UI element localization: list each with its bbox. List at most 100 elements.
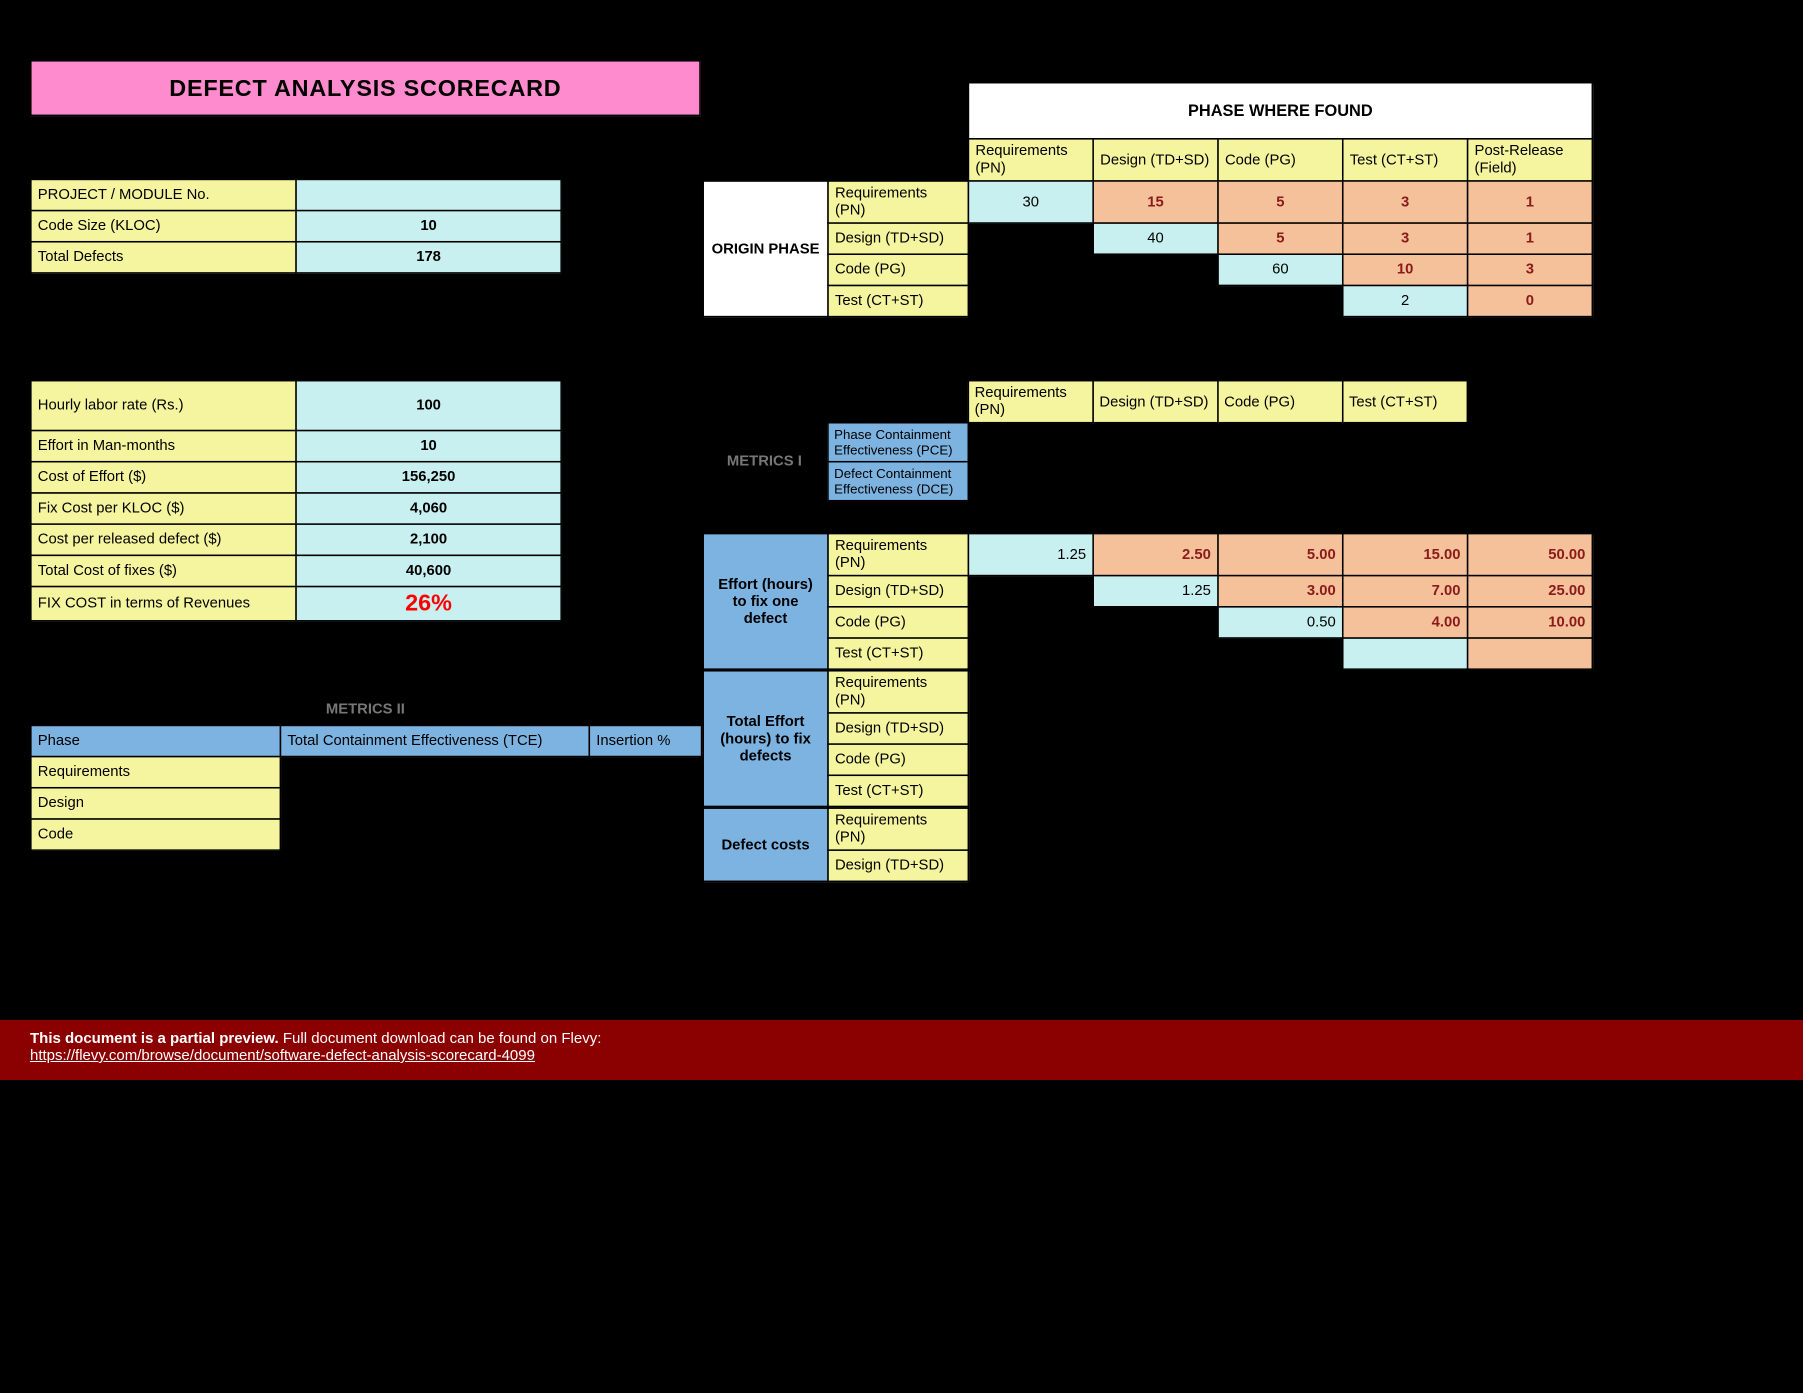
m2-row: Code — [31, 819, 281, 850]
te-row: Test (CT+ST) — [828, 775, 968, 806]
col-design: Design (TD+SD) — [1093, 139, 1218, 181]
col-req: Requirements (PN) — [968, 139, 1093, 181]
label-size: Code Size (KLOC) — [31, 211, 296, 242]
total-effort-table: Total Effort (hours) to fix defects Requ… — [702, 670, 969, 807]
cell: 2.50 — [1093, 533, 1218, 575]
phase-found-title: PHASE WHERE FOUND — [968, 83, 1592, 139]
value-module — [296, 179, 561, 210]
cell: 1 — [1468, 181, 1593, 223]
cell: 30 — [968, 181, 1093, 223]
row-test: Test (CT+ST) — [828, 285, 968, 316]
cell: 1.25 — [968, 533, 1093, 575]
row-design: Design (TD+SD) — [828, 223, 968, 254]
label-total-fix: Total Cost of fixes ($) — [31, 555, 296, 586]
defect-costs-table: Defect costs Requirements (PN) Design (T… — [702, 807, 969, 882]
value-effort: 10 — [296, 431, 561, 462]
ef-row: Requirements (PN) — [828, 533, 968, 575]
dc-row: Design (TD+SD) — [828, 850, 968, 881]
metrics1-label — [702, 381, 827, 423]
metrics2-table: Phase Total Containment Effectiveness (T… — [30, 725, 702, 851]
defect-costs-label: Defect costs — [703, 808, 828, 881]
cell: 10.00 — [1468, 607, 1593, 638]
value-size: 10 — [296, 211, 561, 242]
cell: 1 — [1468, 223, 1593, 254]
m2-h1: Total Containment Effectiveness (TCE) — [280, 725, 589, 756]
cell: 0.50 — [1218, 607, 1343, 638]
col-code: Code (PG) — [1218, 139, 1343, 181]
cell: 7.00 — [1343, 576, 1468, 607]
label-cost-defect: Cost per released defect ($) — [31, 524, 296, 555]
cell — [1468, 638, 1593, 669]
banner-link[interactable]: https://flevy.com/browse/document/softwa… — [30, 1047, 535, 1064]
m1-col: Design (TD+SD) — [1092, 381, 1217, 423]
dc-row: Requirements (PN) — [828, 808, 968, 850]
value-defects: 178 — [296, 242, 561, 273]
page-title: DEFECT ANALYSIS SCORECARD — [30, 60, 701, 116]
te-row: Design (TD+SD) — [828, 713, 968, 744]
banner-bold: This document is a partial preview. — [30, 1030, 279, 1047]
row-code: Code (PG) — [828, 254, 968, 285]
m2-h0: Phase — [31, 725, 281, 756]
origin-phase-label: ORIGIN PHASE — [703, 181, 828, 317]
cell: 60 — [1218, 254, 1343, 285]
value-fix-kloc: 4,060 — [296, 493, 561, 524]
project-table: PROJECT / MODULE No. Code Size (KLOC) 10… — [30, 179, 562, 274]
label-effort: Effort in Man-months — [31, 431, 296, 462]
cell: 3.00 — [1218, 576, 1343, 607]
metrics1-heading: METRICS I — [702, 423, 827, 501]
col-test: Test (CT+ST) — [1343, 139, 1468, 181]
cell: 40 — [1093, 223, 1218, 254]
m1-col: Requirements (PN) — [968, 381, 1093, 423]
label-fix-kloc: Fix Cost per KLOC ($) — [31, 493, 296, 524]
cell: 25.00 — [1468, 576, 1593, 607]
cell: 5.00 — [1218, 533, 1343, 575]
cell: 2 — [1343, 285, 1468, 316]
ef-row: Test (CT+ST) — [828, 638, 968, 669]
cell — [1343, 638, 1468, 669]
row-req: Requirements (PN) — [828, 181, 968, 223]
value-cost-effort: 156,250 — [296, 462, 561, 493]
value-cost-defect: 2,100 — [296, 524, 561, 555]
label-fix-rev: FIX COST in terms of Revenues — [31, 587, 296, 621]
cell: 15.00 — [1343, 533, 1468, 575]
ef-row: Code (PG) — [828, 607, 968, 638]
col-post: Post-Release (Field) — [1468, 139, 1593, 181]
banner-text: Full document download can be found on F… — [279, 1030, 602, 1047]
total-effort-label: Total Effort (hours) to fix defects — [703, 671, 828, 807]
cell: 50.00 — [1468, 533, 1593, 575]
cell: 5 — [1218, 181, 1343, 223]
effort-fix-label: Effort (hours) to fix one defect — [703, 533, 828, 669]
cell: 3 — [1343, 223, 1468, 254]
m1-row: Phase Containment Effectiveness (PCE) — [827, 423, 967, 462]
m2-row: Design — [31, 788, 281, 819]
preview-banner: This document is a partial preview. Full… — [0, 1020, 1803, 1080]
cell: 1.25 — [1093, 576, 1218, 607]
cell: 5 — [1218, 223, 1343, 254]
value-fix-rev: 26% — [296, 587, 561, 621]
cell: 15 — [1093, 181, 1218, 223]
effort-fix-table: Effort (hours) to fix one defect Require… — [702, 533, 1593, 670]
cell: 4.00 — [1343, 607, 1468, 638]
te-row: Requirements (PN) — [828, 671, 968, 713]
phase-found-table: PHASE WHERE FOUND Requirements (PN) Desi… — [702, 82, 1593, 318]
m1-row: Defect Containment Effectiveness (DCE) — [827, 462, 967, 501]
cell: 3 — [1343, 181, 1468, 223]
label-module: PROJECT / MODULE No. — [31, 179, 296, 210]
metrics2-heading: METRICS II — [30, 695, 701, 725]
m1-col: Code (PG) — [1217, 381, 1342, 423]
label-cost-effort: Cost of Effort ($) — [31, 462, 296, 493]
cell: 3 — [1468, 254, 1593, 285]
m1-col: Test (CT+ST) — [1342, 381, 1467, 423]
metrics1-table: Requirements (PN) Design (TD+SD) Code (P… — [702, 380, 1591, 502]
value-rate: 100 — [296, 381, 561, 431]
te-row: Code (PG) — [828, 744, 968, 775]
m2-row: Requirements — [31, 757, 281, 788]
cell: 0 — [1468, 285, 1593, 316]
cost-table: Hourly labor rate (Rs.) 100 Effort in Ma… — [30, 380, 562, 622]
label-rate: Hourly labor rate (Rs.) — [31, 381, 296, 431]
ef-row: Design (TD+SD) — [828, 576, 968, 607]
cell: 10 — [1343, 254, 1468, 285]
m2-h2: Insertion % — [589, 725, 701, 756]
value-total-fix: 40,600 — [296, 555, 561, 586]
label-defects: Total Defects — [31, 242, 296, 273]
